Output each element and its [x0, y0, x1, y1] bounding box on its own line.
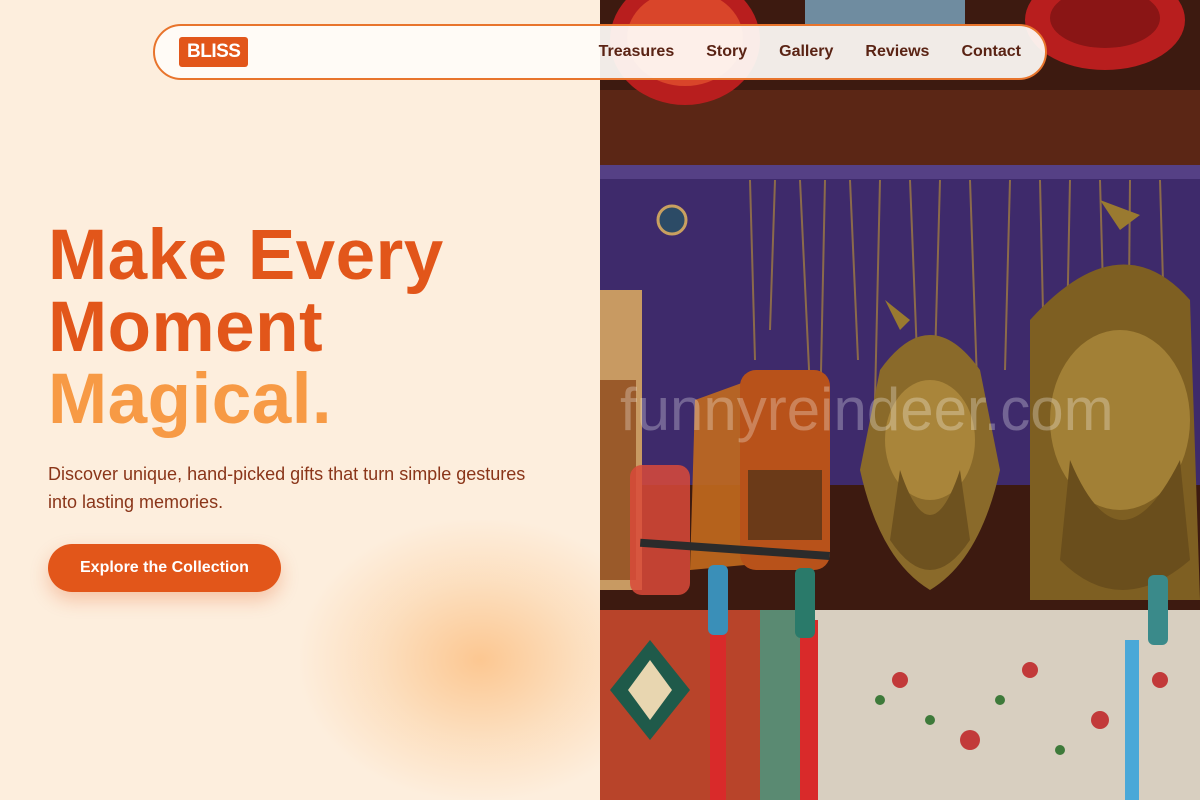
hero-subtitle: Discover unique, hand-picked gifts that … — [48, 464, 526, 512]
nav-link-reviews[interactable]: Reviews — [865, 43, 929, 61]
brand-logo[interactable]: BLISS — [179, 37, 249, 67]
hero-headline: Make Every Moment Magical. — [48, 220, 568, 436]
headline-line-2: Moment — [48, 288, 324, 367]
nav-link-treasures[interactable]: Treasures — [599, 43, 675, 61]
nav-link-gallery[interactable]: Gallery — [779, 43, 833, 61]
nav-links: Treasures Story Gallery Reviews Contact — [599, 43, 1021, 61]
headline-line-1: Make Every — [48, 216, 444, 295]
souvenir-market-image: funnyreindeer.com — [600, 0, 1200, 800]
nav-link-story[interactable]: Story — [706, 43, 747, 61]
explore-collection-button[interactable]: Explore the Collection — [48, 544, 281, 592]
nav-link-contact[interactable]: Contact — [961, 43, 1021, 61]
headline-line-3: Magical. — [48, 360, 333, 439]
hero-section: Make Every Moment Magical. Discover uniq… — [48, 220, 568, 592]
top-nav-bar: BLISS Treasures Story Gallery Reviews Co… — [153, 24, 1047, 80]
hero-photo: funnyreindeer.com — [600, 0, 1200, 800]
watermark-text: funnyreindeer.com — [620, 376, 1114, 443]
